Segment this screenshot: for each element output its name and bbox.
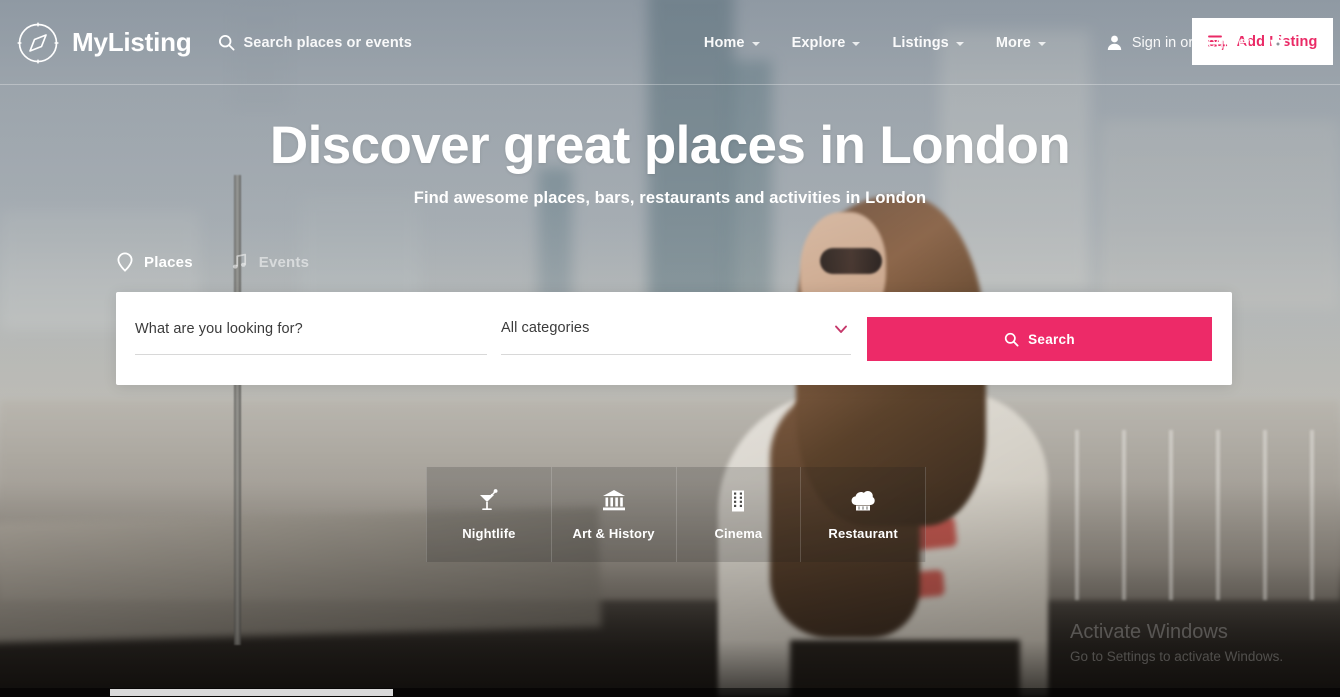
category-shortcuts: Nightlife Art & History Cinema Restauran… — [426, 467, 926, 562]
watermark-subtitle: Go to Settings to activate Windows. — [1070, 649, 1284, 664]
chevron-down-icon[interactable] — [833, 321, 849, 337]
page-title: Discover great places in London — [269, 116, 1071, 175]
page-root: MyListing Search places or events Home E… — [0, 0, 1340, 697]
main-navigation: Home Explore Listings More — [704, 35, 1046, 51]
film-icon — [732, 490, 745, 512]
nav-label: Explore — [791, 34, 846, 51]
site-header: MyListing Search places or events Home E… — [0, 0, 1340, 85]
nav-label: More — [995, 34, 1031, 51]
cocktail-icon — [479, 489, 498, 511]
category-label: Restaurant — [828, 526, 898, 541]
header-search-trigger[interactable]: Search places or events — [218, 34, 412, 51]
basket-icon — [1270, 35, 1286, 50]
sign-in-label: Sign in or Register — [1131, 34, 1252, 51]
category-select-value: All categories — [501, 320, 590, 336]
chevron-down-icon — [852, 41, 861, 46]
category-tile-art-history[interactable]: Art & History — [551, 467, 677, 562]
map-pin-icon — [117, 252, 133, 272]
nav-item-more[interactable]: More — [996, 35, 1046, 51]
museum-icon — [602, 490, 625, 511]
tab-label: Events — [258, 253, 310, 271]
brand-logo[interactable]: MyListing — [15, 20, 192, 66]
category-tile-cinema[interactable]: Cinema — [676, 467, 802, 562]
category-label: Cinema — [714, 526, 763, 541]
search-icon — [218, 34, 235, 51]
tab-label: Places — [144, 253, 193, 271]
cart-button[interactable] — [1267, 32, 1289, 54]
category-label: Art & History — [572, 526, 655, 541]
search-form-card: All categories Search — [116, 292, 1232, 385]
page-subtitle: Find awesome places, bars, restaurants a… — [413, 189, 927, 207]
chef-hat-icon — [851, 491, 875, 511]
category-tile-restaurant[interactable]: Restaurant — [801, 467, 926, 562]
music-note-icon — [232, 253, 246, 269]
tab-places[interactable]: Places — [116, 252, 193, 272]
sign-in-register-link[interactable]: Sign in or Register — [1106, 34, 1251, 51]
search-button-label: Search — [1028, 331, 1075, 347]
category-tile-nightlife[interactable]: Nightlife — [426, 467, 552, 562]
chevron-down-icon — [751, 41, 760, 46]
tab-events[interactable]: Events — [231, 252, 309, 272]
nav-label: Home — [703, 34, 745, 51]
brand-name: MyListing — [72, 27, 192, 57]
nav-item-listings[interactable]: Listings — [892, 34, 964, 51]
windows-activation-watermark: Activate Windows Go to Settings to activ… — [1070, 618, 1283, 667]
watermark-title: Activate Windows — [1070, 621, 1228, 643]
category-label: Nightlife — [462, 526, 516, 541]
nav-label: Listings — [892, 34, 949, 51]
chevron-down-icon — [1037, 41, 1046, 46]
nav-item-explore[interactable]: Explore — [792, 35, 861, 51]
search-type-tabs: Places Events — [116, 252, 309, 272]
compass-icon — [17, 22, 59, 63]
search-submit-button[interactable]: Search — [867, 317, 1212, 361]
search-icon — [1004, 332, 1019, 347]
horizontal-scrollbar-thumb[interactable] — [110, 689, 393, 696]
chevron-down-icon — [955, 41, 964, 46]
user-icon — [1107, 35, 1122, 50]
header-search-label: Search places or events — [243, 34, 412, 51]
nav-item-home[interactable]: Home — [704, 35, 760, 51]
category-field-wrapper[interactable]: All categories — [501, 320, 851, 355]
search-input[interactable] — [135, 321, 487, 337]
keyword-field-wrapper — [135, 320, 487, 355]
